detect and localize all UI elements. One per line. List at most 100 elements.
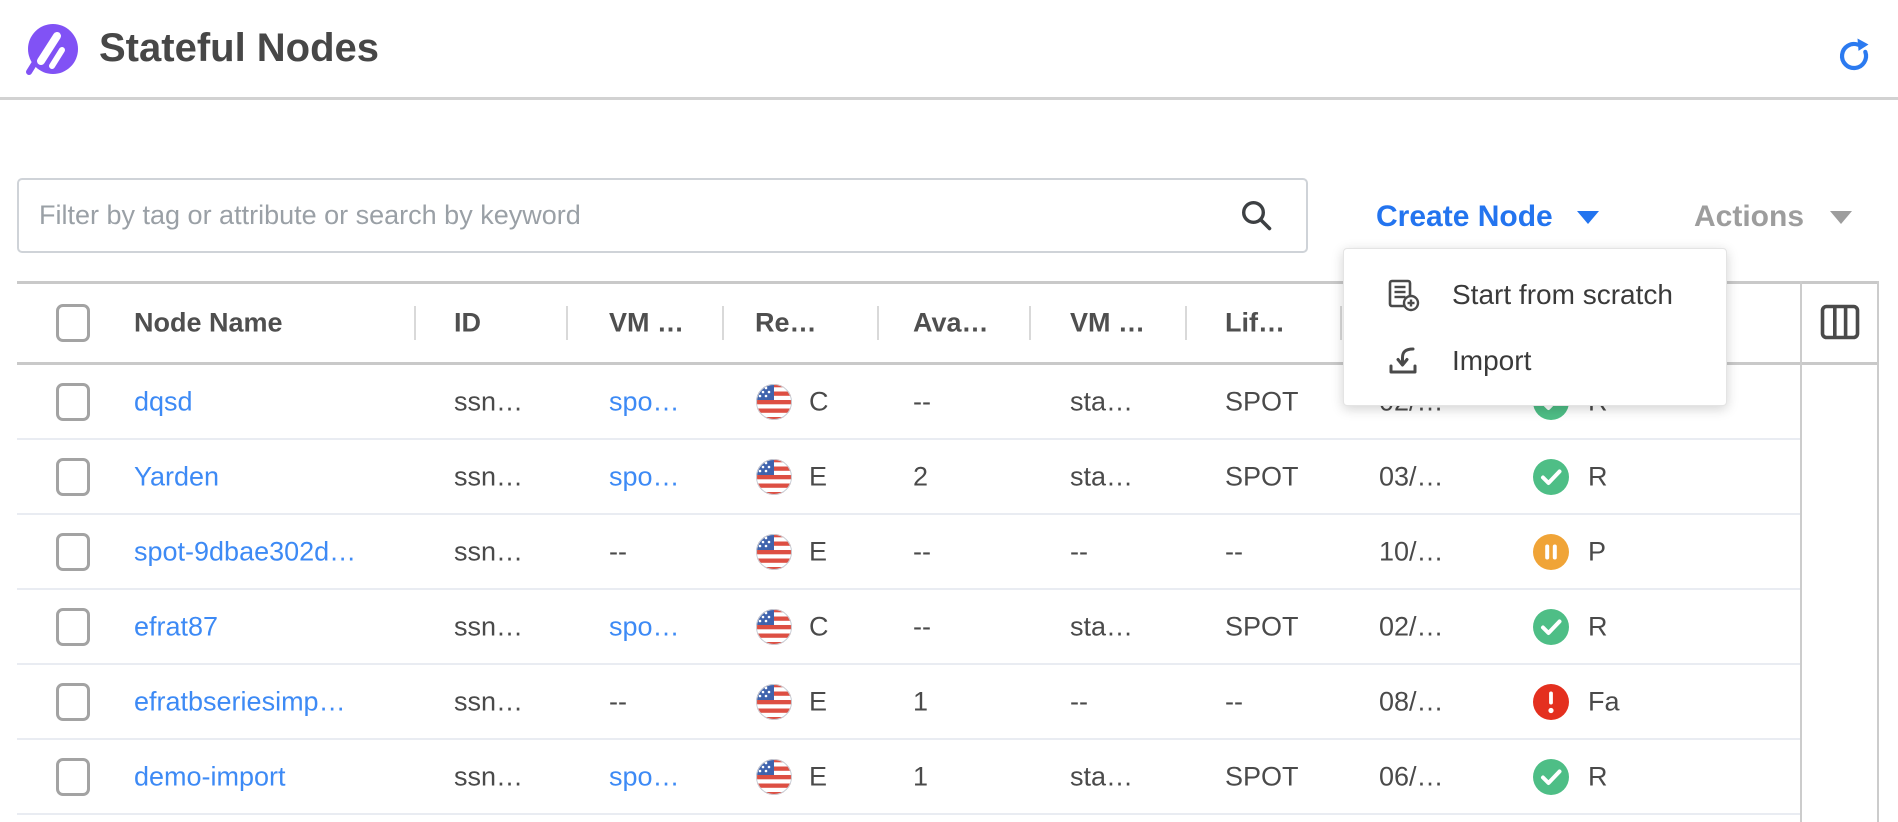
menu-item-start-from-scratch[interactable]: Start from scratch: [1344, 262, 1726, 328]
app-header: Stateful Nodes: [0, 0, 1898, 100]
stateful-nodes-page: Stateful Nodes Create Node Actions: [0, 0, 1898, 822]
row-checkbox[interactable]: [56, 683, 90, 721]
vm-state-value: sta…: [1070, 386, 1133, 417]
table-right-border: [1800, 281, 1802, 822]
node-name-link[interactable]: demo-import: [134, 761, 286, 792]
chevron-down-icon: [1577, 211, 1599, 224]
column-header-id: ID: [454, 308, 481, 339]
created-date: 03/…: [1379, 461, 1444, 492]
node-id: ssn…: [454, 686, 523, 717]
vm-value: --: [609, 536, 627, 567]
node-name-link[interactable]: efrat87: [134, 611, 218, 642]
node-name-link[interactable]: dqsd: [134, 386, 193, 417]
availability-value: 1: [913, 761, 928, 792]
vm-link[interactable]: spo…: [609, 386, 680, 417]
actions-button[interactable]: Actions: [1694, 193, 1852, 241]
node-id: ssn…: [454, 536, 523, 567]
pause-circle-icon: [1533, 534, 1569, 570]
row-checkbox[interactable]: [56, 458, 90, 496]
column-separator: [877, 306, 879, 340]
node-name-link[interactable]: efratbseriesimp…: [134, 686, 346, 717]
lifecycle-value: SPOT: [1225, 611, 1299, 642]
availability-value: --: [913, 386, 931, 417]
vm-link[interactable]: spo…: [609, 761, 680, 792]
select-all-checkbox[interactable]: [56, 304, 90, 342]
alert-circle-icon: [1533, 684, 1569, 720]
menu-item-label: Import: [1452, 345, 1531, 377]
column-picker-icon[interactable]: [1820, 303, 1860, 341]
region-value: E: [809, 686, 827, 717]
vm-link[interactable]: spo…: [609, 461, 680, 492]
column-separator: [722, 306, 724, 340]
region-value: E: [809, 461, 827, 492]
availability-value: --: [913, 611, 931, 642]
vm-state-value: --: [1070, 536, 1088, 567]
us-flag-icon: [755, 608, 793, 646]
create-node-button[interactable]: Create Node: [1376, 193, 1599, 241]
region-value: E: [809, 536, 827, 567]
created-date: 06/…: [1379, 761, 1444, 792]
column-separator: [1340, 306, 1342, 340]
column-header-vm: VM …: [609, 308, 684, 339]
row-checkbox[interactable]: [56, 383, 90, 421]
us-flag-icon: [755, 458, 793, 496]
filter-input[interactable]: [17, 178, 1308, 253]
row-checkbox[interactable]: [56, 758, 90, 796]
table-row: demo-import ssn… spo… E 1 sta… SPOT 06/……: [17, 740, 1800, 815]
check-circle-icon: [1533, 759, 1569, 795]
page-title: Stateful Nodes: [99, 0, 379, 97]
column-separator: [566, 306, 568, 340]
column-header-vm2: VM …: [1070, 308, 1145, 339]
table-outer-border: [1877, 281, 1879, 822]
us-flag-icon: [755, 683, 793, 721]
status-text: Fa: [1588, 686, 1620, 717]
refresh-icon[interactable]: [1836, 38, 1872, 74]
lifecycle-value: SPOT: [1225, 461, 1299, 492]
node-id: ssn…: [454, 761, 523, 792]
us-flag-icon: [755, 533, 793, 571]
node-id: ssn…: [454, 461, 523, 492]
created-date: 08/…: [1379, 686, 1444, 717]
check-circle-icon: [1533, 459, 1569, 495]
vm-state-value: sta…: [1070, 761, 1133, 792]
spot-logo-icon: [24, 23, 80, 79]
row-checkbox[interactable]: [56, 533, 90, 571]
create-node-label: Create Node: [1376, 200, 1553, 234]
vm-value: --: [609, 686, 627, 717]
lifecycle-value: SPOT: [1225, 761, 1299, 792]
region-value: C: [809, 611, 829, 642]
created-date: 02/…: [1379, 611, 1444, 642]
column-header-node-name: Node Name: [134, 308, 283, 339]
search-icon[interactable]: [1238, 197, 1276, 235]
column-separator: [1029, 306, 1031, 340]
row-checkbox[interactable]: [56, 608, 90, 646]
table-row: efratbseriesimp… ssn… -- E 1 -- -- 08/… …: [17, 665, 1800, 740]
availability-value: --: [913, 536, 931, 567]
table-row: spot-9dbae302d… ssn… -- E -- -- -- 10/… …: [17, 515, 1800, 590]
vm-link[interactable]: spo…: [609, 611, 680, 642]
node-id: ssn…: [454, 386, 523, 417]
status-text: R: [1588, 761, 1608, 792]
check-circle-icon: [1533, 609, 1569, 645]
availability-value: 1: [913, 686, 928, 717]
node-name-link[interactable]: spot-9dbae302d…: [134, 536, 356, 567]
column-header-lifecycle: Lif…: [1225, 308, 1285, 339]
menu-item-import[interactable]: Import: [1344, 328, 1726, 394]
vm-state-value: --: [1070, 686, 1088, 717]
import-download-icon: [1386, 344, 1420, 378]
lifecycle-value: --: [1225, 686, 1243, 717]
node-name-link[interactable]: Yarden: [134, 461, 219, 492]
actions-label: Actions: [1694, 200, 1804, 234]
column-separator: [414, 306, 416, 340]
chevron-down-icon: [1830, 211, 1852, 224]
vm-state-value: sta…: [1070, 461, 1133, 492]
lifecycle-value: SPOT: [1225, 386, 1299, 417]
vm-state-value: sta…: [1070, 611, 1133, 642]
create-node-menu: Start from scratch Import: [1343, 248, 1727, 406]
created-date: 10/…: [1379, 536, 1444, 567]
column-header-region: Re…: [755, 308, 817, 339]
region-value: E: [809, 761, 827, 792]
column-separator: [1185, 306, 1187, 340]
lifecycle-value: --: [1225, 536, 1243, 567]
status-text: R: [1588, 611, 1608, 642]
